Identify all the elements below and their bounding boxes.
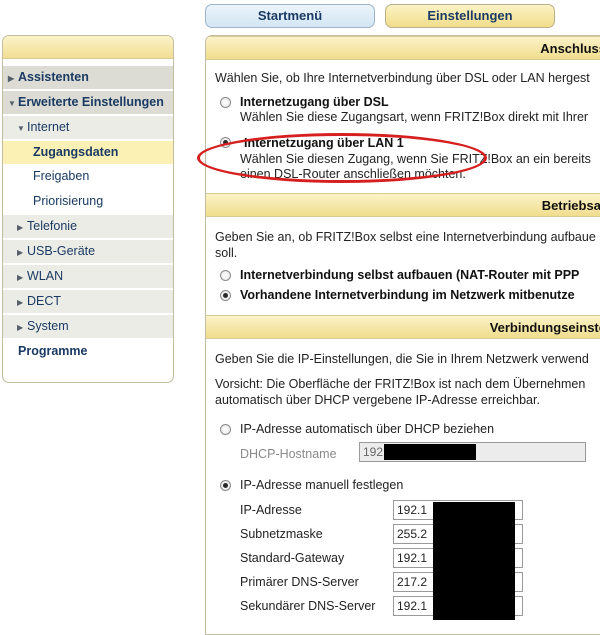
sidebar-item-label: USB-Geräte xyxy=(27,244,96,258)
settings-button[interactable]: Einstellungen xyxy=(385,4,555,28)
redaction-bar xyxy=(433,502,515,620)
radio-nat-router[interactable] xyxy=(220,270,231,281)
dsl-description: Wählen Sie diese Zugangsart, wenn FRITZ!… xyxy=(240,110,589,124)
lan1-description: Wählen Sie diesen Zugang, wenn Sie FRITZ… xyxy=(240,152,591,166)
sidebar-item-telefonie[interactable]: ▶ Telefonie xyxy=(3,215,173,238)
subnet-mask-label: Subnetzmaske xyxy=(240,527,323,541)
anschluss-intro: Wählen Sie, ob Ihre Internetverbindung ü… xyxy=(215,71,590,85)
sidebar: ▶ Assistenten ▼ Erweiterte Einstellungen ▼… xyxy=(2,35,174,383)
sidebar-item-label: System xyxy=(27,319,69,333)
section-header-verbindung: Verbindungseinste xyxy=(206,315,600,339)
sidebar-item-label: DECT xyxy=(27,294,62,308)
main-content: Anschluss Wählen Sie, ob Ihre Internetve… xyxy=(205,35,600,635)
sidebar-item-label: WLAN xyxy=(27,269,64,283)
betriebsart-intro: Geben Sie an, ob FRITZ!Box selbst eine I… xyxy=(215,230,596,244)
sidebar-item-priorisierung[interactable]: Priorisierung xyxy=(3,190,173,213)
triangle-down-icon: ▼ xyxy=(8,99,16,108)
triangle-right-icon: ▶ xyxy=(17,323,24,332)
sidebar-item-label: Zugangsdaten xyxy=(33,145,119,159)
sidebar-item-label: Freigaben xyxy=(33,169,90,183)
warning-text: Vorsicht: Die Oberfläche der FRITZ!Box i… xyxy=(215,377,586,391)
triangle-right-icon: ▶ xyxy=(17,223,24,232)
sidebar-item-label: Internet xyxy=(27,120,70,134)
sidebar-item-programme[interactable]: Programme xyxy=(3,340,173,363)
dhcp-hostname-label: DHCP-Hostname xyxy=(240,447,337,461)
sidebar-header xyxy=(3,36,173,59)
triangle-right-icon: ▶ xyxy=(8,74,15,83)
gateway-label: Standard-Gateway xyxy=(240,551,345,565)
sidebar-item-label: Assistenten xyxy=(18,70,89,84)
dsl-label: Internetzugang über DSL xyxy=(240,95,389,109)
verbindung-intro: Geben Sie die IP-Einstellungen, die Sie … xyxy=(215,352,589,366)
sidebar-item-wlan[interactable]: ▶ WLAN xyxy=(3,265,173,288)
sidebar-item-label: Priorisierung xyxy=(33,194,104,208)
triangle-right-icon: ▶ xyxy=(17,298,24,307)
sidebar-item-dect[interactable]: ▶ DECT xyxy=(3,290,173,313)
warning-text-2: automatisch über DHCP vergebene IP-Adres… xyxy=(215,393,540,407)
ip-address-label: IP-Adresse xyxy=(240,503,302,517)
betriebsart-intro-2: soll. xyxy=(215,246,238,260)
startmenu-button[interactable]: Startmenü xyxy=(205,4,375,28)
radio-mitbenutzen[interactable] xyxy=(220,290,231,301)
sidebar-item-assistenten[interactable]: ▶ Assistenten xyxy=(3,66,173,89)
lan1-label: Internetzugang über LAN 1 xyxy=(244,136,404,150)
lan1-description-2: einen DSL-Router anschließen möchten. xyxy=(240,167,466,181)
radio-lan1[interactable] xyxy=(220,137,231,148)
sidebar-item-internet[interactable]: ▼ Internet xyxy=(3,116,173,139)
manual-ip-label: IP-Adresse manuell festlegen xyxy=(240,478,404,492)
triangle-right-icon: ▶ xyxy=(17,248,24,257)
sidebar-item-usb-geraete[interactable]: ▶ USB-Geräte xyxy=(3,240,173,263)
radio-manual-ip[interactable] xyxy=(220,480,231,491)
triangle-down-icon: ▼ xyxy=(17,124,25,133)
sidebar-item-label: Telefonie xyxy=(27,219,78,233)
nat-router-label: Internetverbindung selbst aufbauen (NAT-… xyxy=(240,268,580,282)
section-header-betriebsart: Betriebsar xyxy=(206,193,600,217)
triangle-right-icon: ▶ xyxy=(17,273,24,282)
redaction-bar xyxy=(384,444,476,460)
section-header-anschluss: Anschluss xyxy=(206,36,600,60)
mitbenutzen-label: Vorhandene Internetverbindung im Netzwer… xyxy=(240,288,575,302)
sidebar-item-zugangsdaten[interactable]: Zugangsdaten xyxy=(3,141,173,164)
sidebar-item-erweiterte-einstellungen[interactable]: ▼ Erweiterte Einstellungen xyxy=(3,91,173,114)
secondary-dns-label: Sekundärer DNS-Server xyxy=(240,599,376,613)
sidebar-item-system[interactable]: ▶ System xyxy=(3,315,173,338)
radio-dsl[interactable] xyxy=(220,97,231,108)
dhcp-label: IP-Adresse automatisch über DHCP beziehe… xyxy=(240,422,495,436)
sidebar-item-label: Erweiterte Einstellungen xyxy=(18,95,164,109)
radio-dhcp[interactable] xyxy=(220,424,231,435)
sidebar-item-freigaben[interactable]: Freigaben xyxy=(3,165,173,188)
primary-dns-label: Primärer DNS-Server xyxy=(240,575,359,589)
sidebar-item-label: Programme xyxy=(18,344,88,358)
